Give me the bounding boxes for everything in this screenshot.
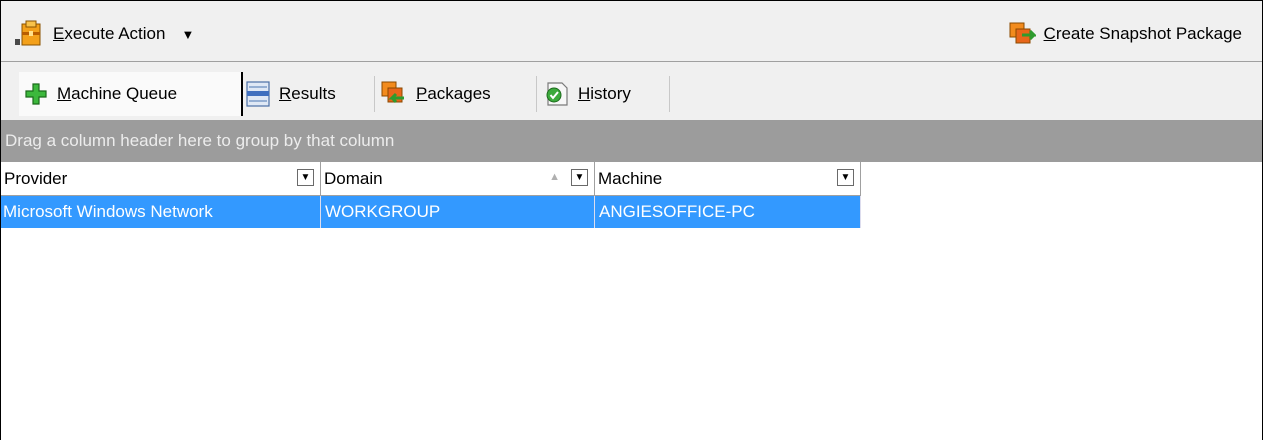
create-snapshot-package-button[interactable]: Create Snapshot Package <box>1008 19 1242 49</box>
column-header-machine[interactable]: Machine ▼ <box>595 162 861 196</box>
execute-action-button[interactable]: Execute Action ▼ <box>15 19 194 49</box>
tab-label: History <box>578 84 631 103</box>
plus-icon <box>23 81 49 107</box>
sort-ascending-icon: ▲ <box>549 171 560 183</box>
filter-dropdown-icon[interactable]: ▼ <box>297 169 314 186</box>
machine-grid: Provider ▼ Domain ▲ ▼ Machine ▼ Microsof… <box>1 162 861 228</box>
tab-separator <box>374 76 375 112</box>
execute-action-label: Execute Action <box>53 24 166 43</box>
column-header-label: Machine <box>598 168 663 188</box>
main-toolbar: Execute Action ▼ Create Snapshot Package <box>1 1 1262 61</box>
group-by-hint: Drag a column header here to group by th… <box>5 131 395 150</box>
execute-action-icon <box>15 20 45 48</box>
tab-separator <box>536 76 537 112</box>
tab-machine-queue[interactable]: Machine Queue <box>19 72 243 116</box>
tab-label: Packages <box>416 84 491 103</box>
cell-domain[interactable]: WORKGROUP <box>321 196 595 228</box>
table-row[interactable]: Microsoft Windows Network WORKGROUP ANGI… <box>1 196 861 228</box>
column-header-domain[interactable]: Domain ▲ ▼ <box>321 162 595 196</box>
grid-header-row: Provider ▼ Domain ▲ ▼ Machine ▼ <box>1 162 861 196</box>
tab-bar: Machine Queue Results Packages History <box>1 62 1262 120</box>
history-icon <box>542 80 570 108</box>
tab-separator <box>669 76 670 112</box>
tab-label: Machine Queue <box>57 84 178 103</box>
tab-history[interactable]: History <box>538 72 635 116</box>
chevron-down-icon[interactable]: ▼ <box>181 27 194 42</box>
packages-icon <box>380 80 408 108</box>
tab-label: Results <box>279 84 336 103</box>
column-header-label: Domain <box>324 168 383 188</box>
tab-results[interactable]: Results <box>241 72 340 116</box>
results-icon <box>245 80 271 108</box>
cell-machine[interactable]: ANGIESOFFICE-PC <box>595 196 861 228</box>
column-header-label: Provider <box>4 168 68 188</box>
column-header-provider[interactable]: Provider ▼ <box>1 162 321 196</box>
create-snapshot-package-label: Create Snapshot Package <box>1043 24 1242 43</box>
filter-dropdown-icon[interactable]: ▼ <box>571 169 588 186</box>
cell-provider[interactable]: Microsoft Windows Network <box>1 196 321 228</box>
filter-dropdown-icon[interactable]: ▼ <box>837 169 854 186</box>
app-window: Execute Action ▼ Create Snapshot Package… <box>0 0 1263 440</box>
tab-packages[interactable]: Packages <box>376 72 495 116</box>
group-by-panel[interactable]: Drag a column header here to group by th… <box>1 120 1262 162</box>
snapshot-package-icon <box>1008 21 1036 47</box>
